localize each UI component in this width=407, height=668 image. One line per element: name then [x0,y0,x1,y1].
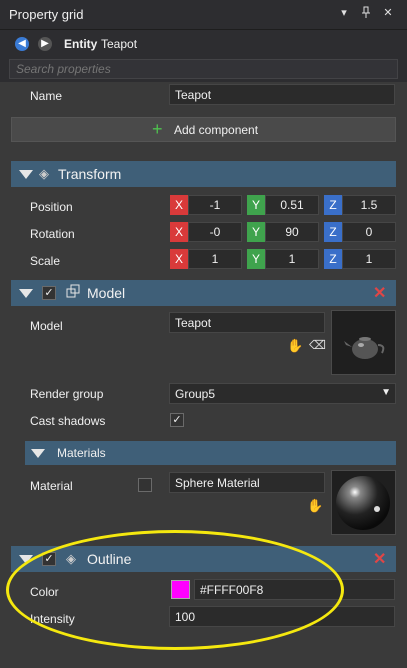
chevron-down-icon[interactable]: ▼ [381,387,391,398]
collapse-icon[interactable] [19,289,33,298]
model-title: Model [87,285,126,301]
transform-section-header[interactable]: ◈ Transform [11,161,396,187]
intensity-field[interactable]: 100 [169,606,395,627]
render-group-label: Render group [30,387,104,401]
position-y-input[interactable]: 0.51 [265,195,319,215]
intensity-label: Intensity [30,612,75,626]
transform-title: Transform [58,166,122,182]
title-bar: Property grid ▾ ✕ [0,0,407,30]
scale-y-axis: Y [247,249,265,269]
material-thumbnail[interactable] [331,470,396,535]
outline-enabled-checkbox[interactable]: ✓ [42,552,56,566]
position-y-axis: Y [247,195,265,215]
scale-label: Scale [30,254,61,268]
model-thumbnail[interactable] [331,310,396,375]
entity-prefix: Entity [64,37,98,51]
rotation-x-axis: X [170,222,188,242]
model-section-header[interactable]: ✓ Model ✕ [11,280,396,306]
rotation-label: Rotation [30,227,75,241]
search-input[interactable] [9,59,398,79]
teapot-preview [344,337,385,359]
materials-section-header[interactable]: Materials [25,441,396,465]
remove-model-icon[interactable]: ✕ [373,283,386,303]
color-label: Color [30,585,59,599]
material-checkbox[interactable] [138,478,152,492]
rotation-z-axis: Z [324,222,342,242]
collapse-icon[interactable] [19,555,33,564]
position-z-input[interactable]: 1.5 [342,195,396,215]
window-title: Property grid [9,7,84,22]
pin-icon[interactable] [359,6,373,21]
model-enabled-checkbox[interactable]: ✓ [42,286,56,300]
hand-icon[interactable]: ✋ [307,498,323,514]
collapse-icon[interactable] [19,170,33,179]
add-component-label: Add component [174,123,259,137]
name-field[interactable]: Teapot [169,84,395,105]
remove-outline-icon[interactable]: ✕ [373,549,386,569]
outline-title: Outline [87,551,132,567]
cast-shadows-label: Cast shadows [30,414,106,428]
dropdown-icon[interactable]: ▾ [337,6,351,19]
color-field[interactable]: #FFFF00F8 [194,579,395,600]
model-field[interactable]: Teapot [169,312,325,333]
forward-icon[interactable]: ▶ [38,37,52,51]
name-label: Name [30,89,63,103]
hand-icon[interactable]: ✋ [287,338,303,354]
rotation-z-input[interactable]: 0 [342,222,396,242]
entity-name: Teapot [101,37,138,51]
sphere-preview [336,476,390,530]
position-x-axis: X [170,195,188,215]
scale-z-input[interactable]: 1 [342,249,396,269]
scale-y-input[interactable]: 1 [265,249,319,269]
materials-title: Materials [57,446,106,460]
component-icon: ◈ [66,551,76,566]
add-component-button[interactable]: + Add component [11,117,396,142]
material-label: Material [30,479,73,493]
component-icon: ◈ [39,166,49,181]
cast-shadows-checkbox[interactable]: ✓ [170,413,184,427]
close-icon[interactable]: ✕ [381,6,395,19]
render-group-select[interactable]: Group5 ▼ [169,383,396,404]
rotation-x-input[interactable]: -0 [188,222,242,242]
plus-icon: + [152,119,163,139]
scale-x-input[interactable]: 1 [188,249,242,269]
model-label: Model [30,319,63,333]
position-z-axis: Z [324,195,342,215]
rotation-y-input[interactable]: 90 [265,222,319,242]
render-group-value: Group5 [175,387,216,401]
scale-z-axis: Z [324,249,342,269]
collapse-icon[interactable] [31,449,45,458]
rotation-y-axis: Y [247,222,265,242]
material-field[interactable]: Sphere Material [169,472,325,493]
position-x-input[interactable]: -1 [188,195,242,215]
scale-x-axis: X [170,249,188,269]
model-component-icon [66,284,80,301]
back-icon[interactable]: ◀ [15,37,29,51]
position-label: Position [30,200,73,214]
navigation-bar: ◀ ▶ Entity Teapot [0,30,407,58]
outline-section-header[interactable]: ✓ ◈ Outline ✕ [11,546,396,572]
eraser-icon[interactable]: ⌫ [309,338,326,352]
color-swatch[interactable] [171,580,190,599]
